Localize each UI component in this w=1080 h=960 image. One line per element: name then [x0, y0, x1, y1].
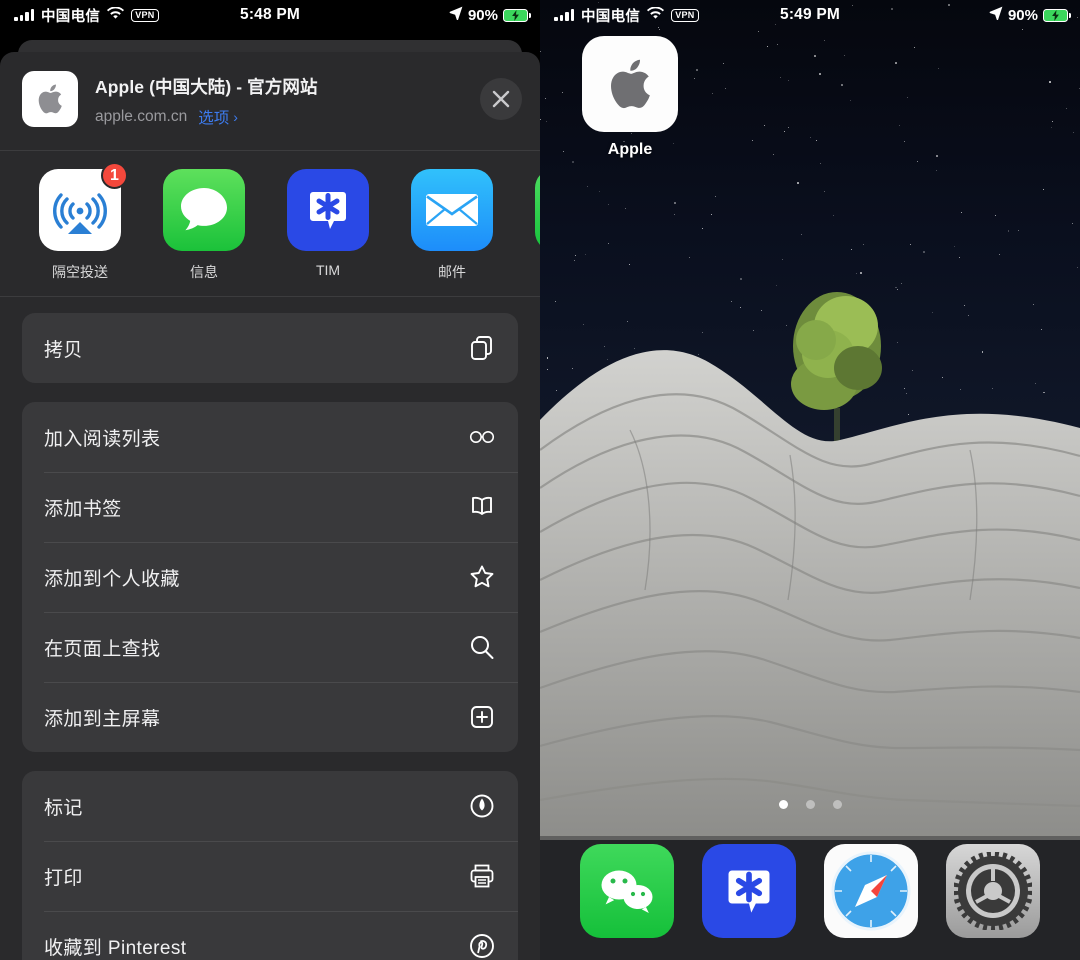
share-target-messages[interactable]: 信息 — [142, 169, 266, 282]
share-target-label: 隔空投送 — [52, 264, 108, 280]
battery-percent-label: 90% — [1007, 6, 1038, 24]
action-row-add-bookmark[interactable]: 添加书签 — [22, 472, 518, 542]
rock-formation — [540, 300, 1080, 840]
battery-charging-icon — [1043, 8, 1072, 22]
action-row-copy[interactable]: 拷贝 — [22, 313, 518, 383]
page-dot-1[interactable] — [778, 800, 788, 809]
action-label: 收藏到 Pinterest — [44, 937, 187, 959]
action-group: 标记 打印 收藏到 Pinterest — [22, 771, 518, 960]
mail-icon — [411, 169, 493, 251]
battery-charging-icon — [503, 8, 532, 22]
page-subline: apple.com.cn 选项 › — [95, 106, 318, 128]
action-label: 在页面上查找 — [44, 638, 161, 660]
location-arrow-icon — [449, 6, 463, 24]
action-row-print[interactable]: 打印 — [22, 841, 518, 911]
action-row-add-favorites[interactable]: 添加到个人收藏 — [22, 542, 518, 612]
battery-percent-label: 90% — [467, 6, 498, 24]
page-dot-3[interactable] — [832, 800, 842, 809]
close-button[interactable] — [480, 78, 522, 120]
share-target-airdrop[interactable]: 1 隔空投送 — [18, 162, 142, 282]
action-group: 加入阅读列表 添加书签 添加到个人收藏 在页面上查找 添加到主屏幕 — [22, 402, 518, 752]
action-row-find-on-page[interactable]: 在页面上查找 — [22, 612, 518, 682]
search-icon — [467, 632, 497, 662]
left-pane-share-sheet: 中国电信 VPN 5:48 PM 90% Apple (中国大陆) - 官方网站… — [0, 0, 540, 960]
safari-icon — [831, 851, 911, 931]
messages-icon — [163, 169, 245, 251]
dock-item-safari[interactable] — [824, 844, 918, 938]
action-label: 拷贝 — [44, 339, 83, 361]
page-dot-2[interactable] — [805, 800, 815, 809]
action-groups: 拷贝 加入阅读列表 添加书签 添加到个人收藏 在页面上查找 添加到主屏幕 标记 … — [0, 297, 540, 960]
action-label: 加入阅读列表 — [44, 428, 161, 450]
printer-icon — [467, 861, 497, 891]
share-sheet-subject: Apple (中国大陆) - 官方网站 apple.com.cn 选项 › — [95, 68, 318, 128]
action-label: 打印 — [44, 867, 83, 889]
share-target-label: 邮件 — [438, 264, 466, 280]
page-title: Apple (中国大陆) - 官方网站 — [95, 77, 318, 97]
share-app-row[interactable]: 1 隔空投送 信息 TIM 邮件 — [0, 151, 540, 296]
status-bar-left: 中国电信 VPN 5:48 PM 90% — [0, 0, 540, 30]
share-target-wechat[interactable] — [514, 169, 540, 282]
dock-item-settings[interactable] — [946, 844, 1040, 938]
apple-logo-icon — [22, 71, 78, 127]
action-label: 添加到主屏幕 — [44, 708, 161, 730]
dual-screenshot: 中国电信 VPN 5:48 PM 90% Apple (中国大陆) - 官方网站… — [0, 0, 1080, 960]
webclip-label: Apple — [607, 141, 653, 158]
share-target-label: 信息 — [190, 264, 218, 280]
airdrop-icon: 1 — [39, 162, 128, 251]
copy-icon — [467, 333, 497, 363]
tim-icon — [728, 870, 770, 913]
share-target-tim[interactable]: TIM — [266, 169, 390, 282]
tim-icon — [287, 169, 369, 251]
badge-count: 1 — [101, 162, 128, 189]
wechat-icon — [601, 870, 653, 913]
action-row-pinterest[interactable]: 收藏到 Pinterest — [22, 911, 518, 960]
webclip-apple[interactable]: Apple — [582, 36, 678, 159]
wallpaper: Apple — [540, 0, 1080, 960]
glasses-icon — [467, 422, 497, 452]
pinterest-icon — [467, 931, 497, 960]
share-sheet-header: Apple (中国大陆) - 官方网站 apple.com.cn 选项 › — [0, 52, 540, 150]
page-dots[interactable] — [540, 800, 1080, 809]
action-label: 添加书签 — [44, 498, 122, 520]
apple-logo-icon — [582, 36, 678, 132]
action-row-add-home-screen[interactable]: 添加到主屏幕 — [22, 682, 518, 752]
status-bar-right: 中国电信 VPN 5:49 PM 90% — [540, 0, 1080, 30]
action-row-markup[interactable]: 标记 — [22, 771, 518, 841]
settings-icon — [954, 852, 1032, 930]
markup-icon — [467, 791, 497, 821]
chevron-right-icon: › — [233, 109, 238, 125]
status-right-group: 90% — [989, 6, 1072, 24]
share-target-mail[interactable]: 邮件 — [390, 169, 514, 282]
action-label: 添加到个人收藏 — [44, 568, 180, 590]
right-pane-home-screen: Apple 中国电信 VPN 5:49 PM 90% — [540, 0, 1080, 960]
share-target-label: TIM — [315, 262, 341, 278]
page-url: apple.com.cn — [95, 108, 188, 125]
share-sheet: Apple (中国大陆) - 官方网站 apple.com.cn 选项 › 1 … — [0, 52, 540, 960]
action-row-reading-list[interactable]: 加入阅读列表 — [22, 402, 518, 472]
close-icon — [492, 90, 510, 108]
dock-item-wechat[interactable] — [580, 844, 674, 938]
book-icon — [467, 492, 497, 522]
location-arrow-icon — [989, 6, 1003, 24]
star-icon — [467, 562, 497, 592]
action-label: 标记 — [44, 797, 83, 819]
dock-item-tim[interactable] — [702, 844, 796, 938]
plus-square-icon — [467, 702, 497, 732]
options-link[interactable]: 选项 › — [198, 106, 238, 128]
action-group: 拷贝 — [22, 313, 518, 383]
dock — [540, 836, 1080, 960]
options-label: 选项 — [198, 110, 230, 127]
status-right-group: 90% — [449, 6, 532, 24]
